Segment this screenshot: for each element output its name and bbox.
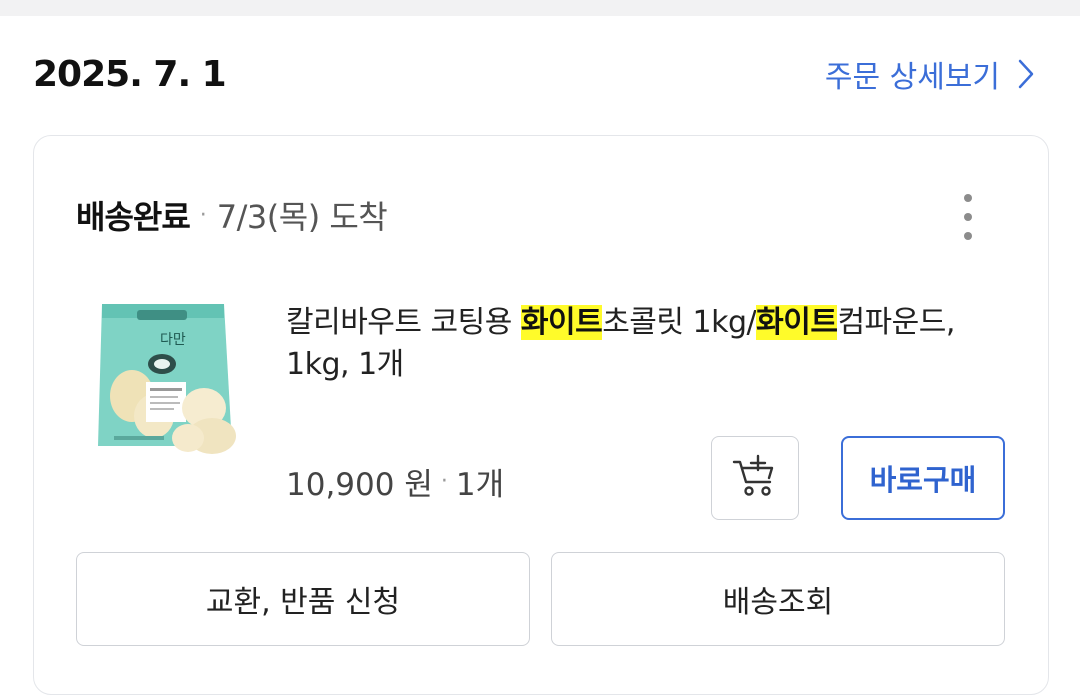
product-image[interactable]: 다만: [92, 296, 242, 466]
title-part-1: 칼리바우트 코팅용: [286, 305, 521, 340]
price-separator: ·: [440, 469, 448, 494]
title-highlight-2: 화이트: [756, 305, 838, 340]
status-separator: ·: [199, 202, 207, 228]
order-header: 2025. 7. 1 주문 상세보기: [0, 16, 1080, 134]
svg-text:다만: 다만: [160, 332, 186, 348]
price-row: 10,900 원 · 1개: [286, 459, 504, 504]
title-part-2: 초콜릿 1kg/: [602, 305, 757, 340]
add-to-cart-button[interactable]: [711, 436, 799, 520]
exchange-return-button[interactable]: 교환, 반품 신청: [76, 552, 530, 646]
order-date: 2025. 7. 1: [33, 54, 227, 95]
order-detail-link[interactable]: 주문 상세보기: [825, 52, 1034, 96]
delivery-status-row: 배송완료 · 7/3(목) 도착: [76, 192, 388, 238]
track-delivery-button[interactable]: 배송조회: [551, 552, 1005, 646]
chevron-right-icon: [1018, 59, 1034, 89]
delivery-status: 배송완료: [76, 198, 191, 236]
top-divider-strip: [0, 0, 1080, 16]
add-to-cart-icon: [732, 454, 778, 502]
title-highlight-1: 화이트: [520, 305, 603, 340]
product-price: 10,900 원: [286, 467, 433, 503]
buy-now-button[interactable]: 바로구매: [841, 436, 1005, 520]
more-options-icon[interactable]: [958, 194, 978, 240]
product-title[interactable]: 칼리바우트 코팅용 화이트초콜릿 1kg/화이트컴파운드, 1kg, 1개: [286, 302, 1006, 386]
order-item-card: 배송완료 · 7/3(목) 도착 다만 칼리바우트 코팅용 화이트초콜릿 1kg…: [33, 135, 1049, 695]
order-detail-label: 주문 상세보기: [824, 60, 1000, 95]
product-quantity: 1개: [455, 467, 505, 503]
arrival-date: 7/3(목) 도착: [216, 198, 388, 236]
